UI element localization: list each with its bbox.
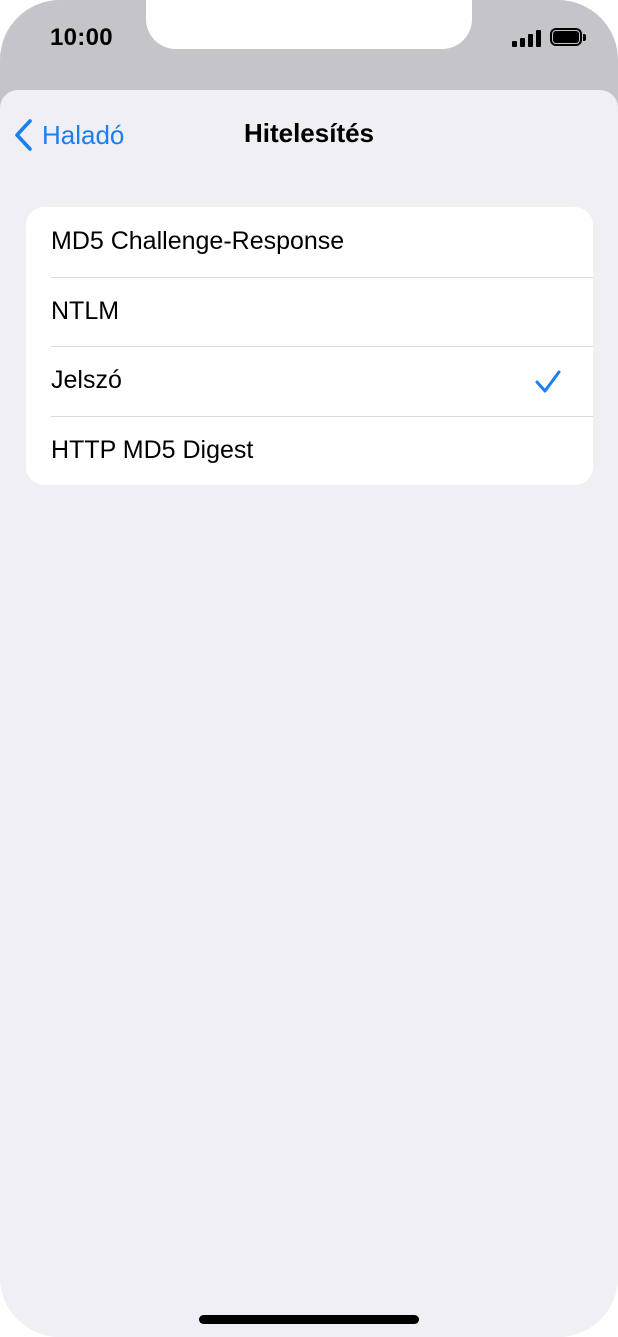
authentication-options-list: MD5 Challenge-Response NTLM Jelszó HTTP … (26, 207, 593, 485)
option-md5-challenge-response[interactable]: MD5 Challenge-Response (26, 207, 593, 277)
option-http-md5-digest[interactable]: HTTP MD5 Digest (26, 415, 593, 486)
checkmark-icon (535, 370, 561, 399)
notch (146, 0, 472, 49)
option-label: NTLM (51, 296, 120, 325)
phone-screen: 10:00 Haladó Hitelesítés MD5 Challenge-R… (0, 0, 618, 1337)
page-title: Hitelesítés (243, 118, 375, 148)
status-time: 10:00 (50, 24, 113, 51)
option-ntlm[interactable]: NTLM (26, 276, 593, 347)
home-indicator[interactable] (199, 1315, 419, 1324)
cellular-signal-icon (512, 29, 542, 47)
option-label: HTTP MD5 Digest (51, 435, 254, 464)
battery-icon (550, 28, 588, 48)
option-label: Jelszó (51, 366, 122, 395)
option-label: MD5 Challenge-Response (51, 227, 345, 256)
option-jelszo[interactable]: Jelszó (26, 346, 593, 416)
